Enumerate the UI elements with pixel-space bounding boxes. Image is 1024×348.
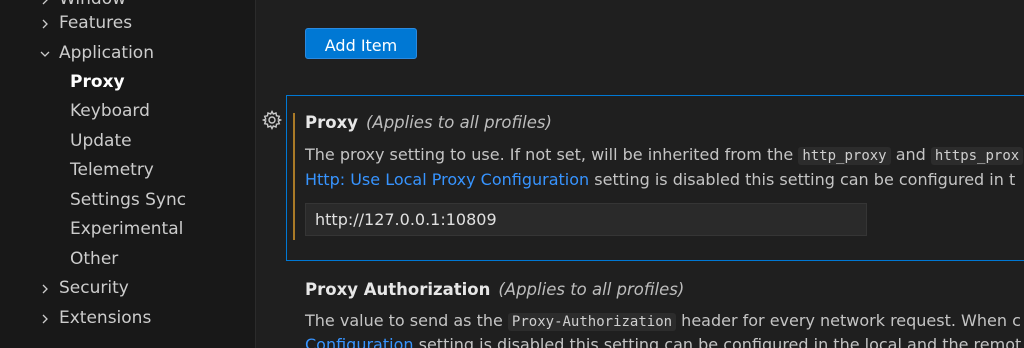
proxy-authorization-description: The value to send as the Proxy-Authoriza… (305, 311, 1021, 331)
code-https-proxy: https_prox (930, 147, 1024, 165)
tree-item-security[interactable]: Security (0, 274, 255, 303)
tree-item-update[interactable]: Update (70, 127, 132, 156)
tree-item-features[interactable]: Features (0, 9, 255, 38)
tree-item-keyboard[interactable]: Keyboard (70, 97, 150, 126)
configuration-link[interactable]: Configuration (305, 335, 414, 348)
desc-text: setting is disabled this setting can be … (418, 335, 1022, 348)
tree-item-telemetry[interactable]: Telemetry (70, 156, 154, 185)
tree-item-label: Extensions (59, 308, 152, 328)
chevron-down-icon (38, 39, 52, 68)
tree-item-application[interactable]: Application (0, 39, 255, 68)
tree-item-settings-sync[interactable]: Settings Sync (70, 186, 186, 215)
modified-indicator (293, 113, 295, 240)
desc-text: setting is disabled this setting can be … (594, 170, 1016, 189)
proxy-input[interactable] (305, 203, 867, 236)
chevron-right-icon (38, 9, 52, 38)
code-http-proxy: http_proxy (798, 147, 891, 165)
gear-icon[interactable] (261, 109, 283, 131)
proxy-authorization-description-line2: Configuration setting is disabled this s… (305, 335, 1021, 348)
tree-item-other[interactable]: Other (70, 245, 118, 274)
setting-scope: (Applies to all profiles) (498, 280, 685, 299)
settings-tree: Window Features Application Proxy Keyboa… (0, 0, 256, 348)
use-local-proxy-config-link[interactable]: Http: Use Local Proxy Configuration (305, 170, 589, 189)
chevron-right-icon (38, 304, 52, 333)
desc-text: header for every network request. When c (681, 311, 1021, 330)
code-proxy-authorization: Proxy-Authorization (507, 313, 677, 331)
setting-name: Proxy (305, 113, 358, 132)
tree-item-extensions[interactable]: Extensions (0, 304, 255, 333)
proxy-setting-description-line2: Http: Use Local Proxy Configuration sett… (305, 170, 1015, 189)
settings-editor: Add Item Proxy (Applies to all profiles) … (256, 0, 1024, 348)
tree-item-label: Features (59, 13, 133, 33)
chevron-right-icon (38, 274, 52, 303)
setting-name: Proxy Authorization (305, 280, 491, 299)
tree-item-label: Security (59, 278, 129, 298)
add-item-button[interactable]: Add Item (305, 28, 417, 59)
desc-text: The value to send as the (305, 311, 503, 330)
tree-item-label: Application (59, 43, 154, 63)
proxy-setting-title: Proxy (Applies to all profiles) (305, 113, 552, 132)
proxy-setting-description: The proxy setting to use. If not set, wi… (305, 145, 1024, 165)
desc-text: The proxy setting to use. If not set, wi… (305, 145, 794, 164)
proxy-authorization-title: Proxy Authorization (Applies to all profi… (305, 280, 684, 299)
setting-scope: (Applies to all profiles) (365, 113, 552, 132)
desc-text: and (895, 145, 926, 164)
tree-item-experimental[interactable]: Experimental (70, 215, 183, 244)
tree-item-proxy[interactable]: Proxy (70, 68, 125, 97)
